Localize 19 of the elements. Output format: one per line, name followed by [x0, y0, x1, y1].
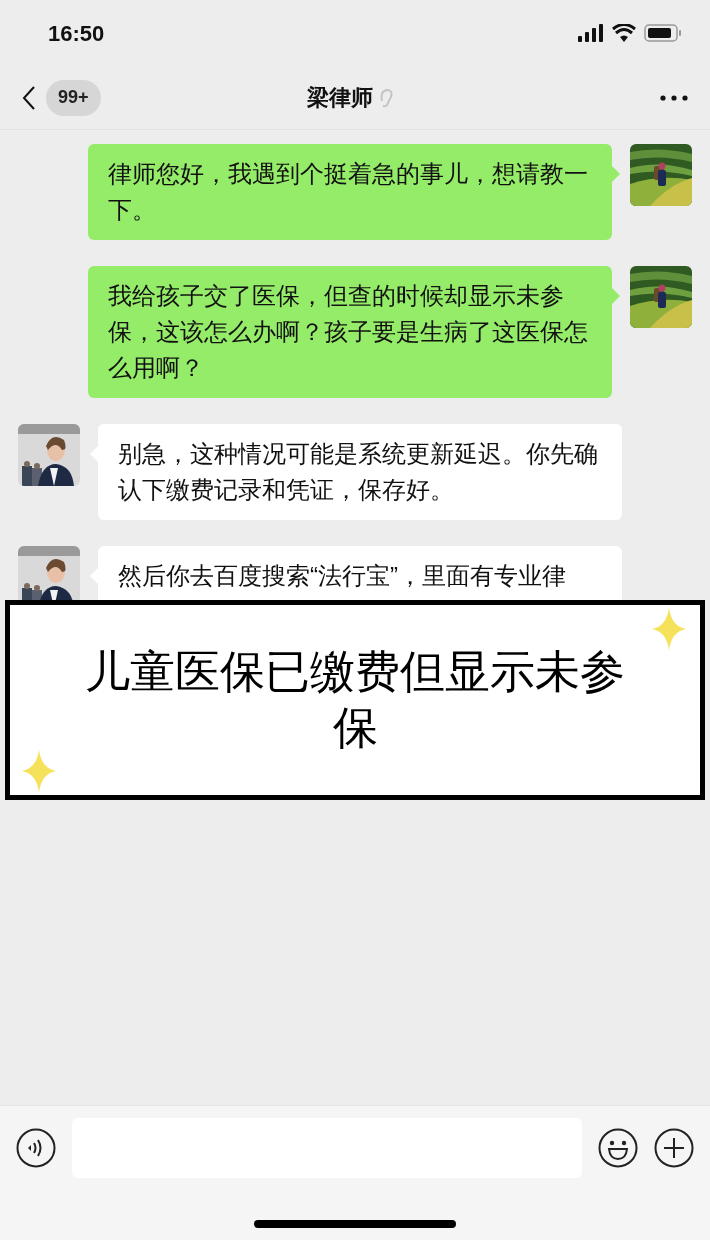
signal-icon: [578, 24, 604, 42]
battery-icon: [644, 24, 682, 42]
bubble-tail: [612, 166, 620, 182]
sparkle-icon: [22, 749, 56, 793]
back-icon[interactable]: [22, 84, 36, 111]
ear-icon: [379, 86, 394, 109]
plus-icon[interactable]: [654, 1128, 694, 1168]
message-bubble: 律师您好，我遇到个挺着急的事儿，想请教一下。: [88, 144, 612, 240]
voice-icon[interactable]: [16, 1128, 56, 1168]
sparkle-icon: [652, 607, 686, 651]
status-time: 16:50: [48, 19, 105, 48]
emoji-icon[interactable]: [598, 1128, 638, 1168]
message-bubble: 别急，这种情况可能是系统更新延迟。你先确认下缴费记录和凭证，保存好。: [98, 424, 622, 520]
wifi-icon: [612, 24, 636, 42]
bubble-tail: [612, 288, 620, 304]
chat-title: 梁律师: [307, 84, 374, 112]
unread-badge[interactable]: 99+: [46, 79, 101, 116]
more-icon[interactable]: [660, 94, 688, 101]
message-bubble: 我给孩子交了医保，但查的时候却显示未参保，这该怎么办啊？孩子要是生病了这医保怎么用啊？: [88, 266, 612, 398]
